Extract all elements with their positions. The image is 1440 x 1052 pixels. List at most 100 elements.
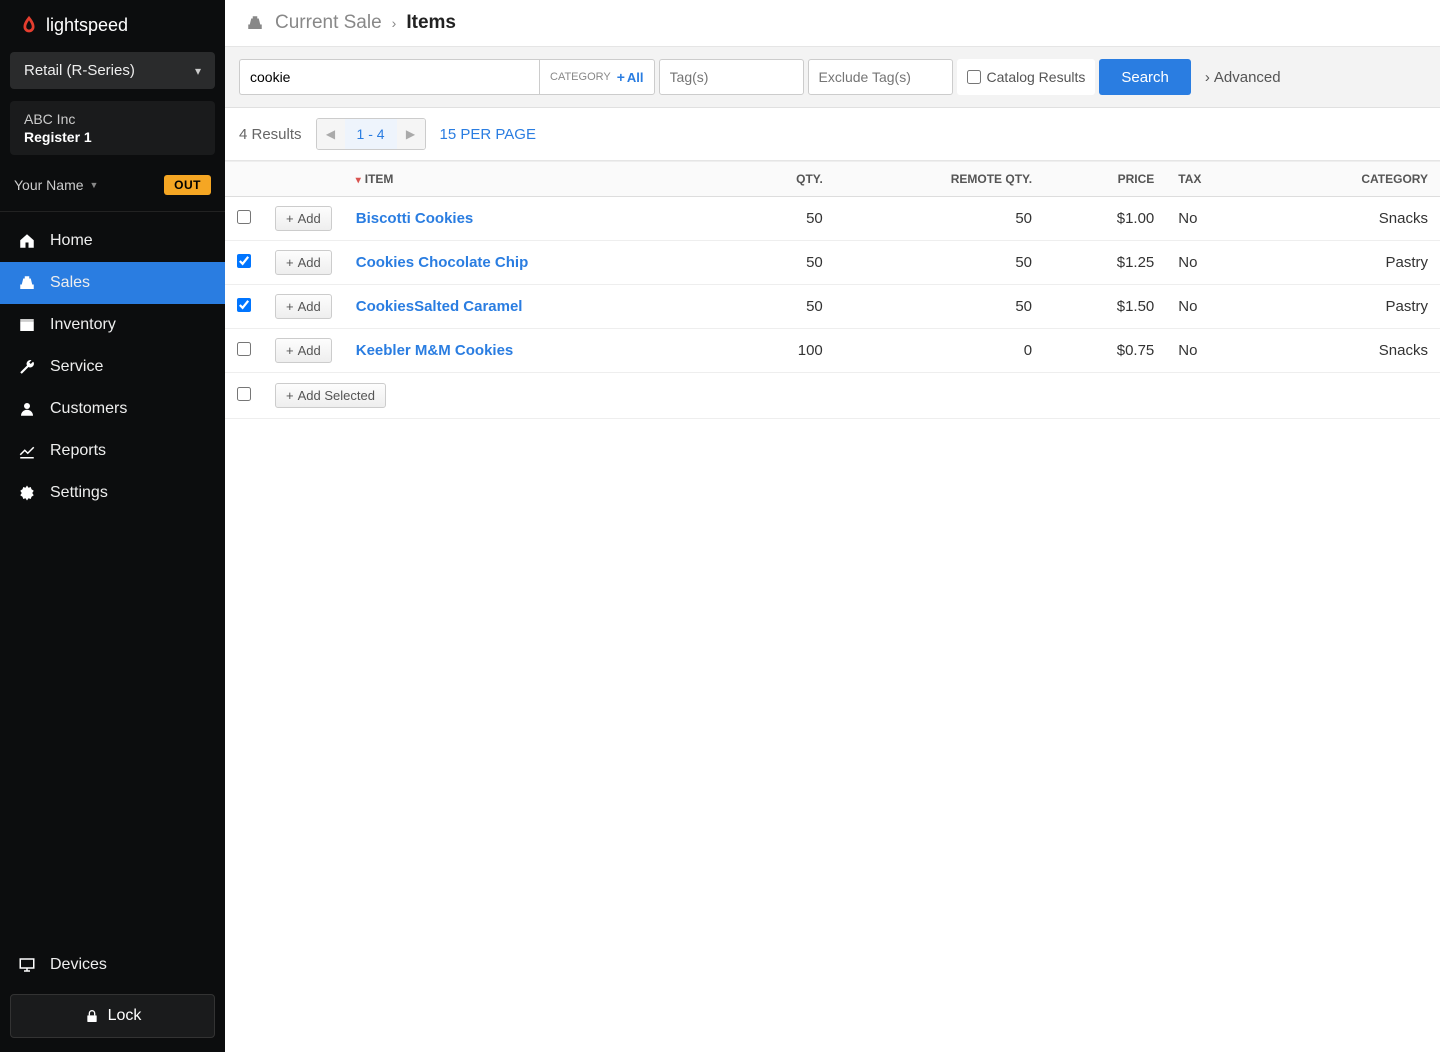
nav-inventory[interactable]: Inventory	[0, 304, 225, 346]
add-label: Add	[298, 343, 321, 358]
register-icon	[245, 14, 265, 32]
main: Current Sale › Items CATEGORY +All Catal…	[225, 0, 1440, 1052]
item-link[interactable]: CookiesSalted Caramel	[344, 285, 734, 329]
category-filter[interactable]: CATEGORY +All	[539, 59, 655, 95]
nav-service[interactable]: Service	[0, 346, 225, 388]
chart-icon	[18, 442, 36, 460]
cell-category: Snacks	[1260, 329, 1440, 373]
cell-price: $1.00	[1044, 197, 1166, 241]
cell-tax: No	[1166, 329, 1260, 373]
cell-price: $0.75	[1044, 329, 1166, 373]
table-row: +AddCookies Chocolate Chip5050$1.25NoPas…	[225, 241, 1440, 285]
cell-remote-qty: 0	[835, 329, 1044, 373]
nav-devices[interactable]: Devices	[0, 944, 225, 986]
cell-category: Pastry	[1260, 241, 1440, 285]
search-row: CATEGORY +All Catalog Results Search › A…	[225, 47, 1440, 108]
register-name: Register 1	[24, 129, 201, 145]
item-link[interactable]: Cookies Chocolate Chip	[344, 241, 734, 285]
box-icon	[18, 316, 36, 334]
add-button[interactable]: +Add	[275, 338, 332, 363]
plus-icon: +	[286, 211, 294, 226]
nav-sales[interactable]: Sales	[0, 262, 225, 304]
catalog-results-toggle[interactable]: Catalog Results	[957, 59, 1096, 95]
chevron-right-icon: ›	[1205, 69, 1210, 86]
nav-label: Customers	[50, 400, 127, 418]
add-label: Add	[298, 211, 321, 226]
advanced-toggle[interactable]: › Advanced	[1205, 69, 1281, 86]
cell-qty: 50	[734, 285, 835, 329]
search-button[interactable]: Search	[1099, 59, 1191, 95]
select-all-footer-checkbox[interactable]	[237, 387, 251, 401]
add-button[interactable]: +Add	[275, 250, 332, 275]
cell-price: $1.50	[1044, 285, 1166, 329]
item-link[interactable]: Biscotti Cookies	[344, 197, 734, 241]
nav-label: Service	[50, 358, 103, 376]
wrench-icon	[18, 358, 36, 376]
cell-tax: No	[1166, 197, 1260, 241]
row-checkbox[interactable]	[237, 298, 251, 312]
results-count: 4 Results	[239, 126, 302, 143]
store-box[interactable]: ABC Inc Register 1	[10, 101, 215, 155]
col-qty[interactable]: QTY.	[734, 162, 835, 197]
nav-settings[interactable]: Settings	[0, 472, 225, 514]
user-name: Your Name	[14, 177, 84, 193]
add-selected-button[interactable]: + Add Selected	[275, 383, 386, 408]
out-button[interactable]: OUT	[164, 175, 211, 195]
company-name: ABC Inc	[24, 111, 201, 127]
cell-remote-qty: 50	[835, 197, 1044, 241]
chevron-down-icon: ▾	[195, 64, 201, 78]
nav-label: Devices	[50, 956, 107, 974]
nav-label: Sales	[50, 274, 90, 292]
category-all: +All	[617, 69, 644, 85]
cell-remote-qty: 50	[835, 241, 1044, 285]
lock-label: Lock	[108, 1007, 142, 1025]
breadcrumb-parent[interactable]: Current Sale	[275, 12, 382, 34]
add-button[interactable]: + Add	[275, 206, 332, 231]
nav-customers[interactable]: Customers	[0, 388, 225, 430]
col-remote-qty[interactable]: REMOTE QTY.	[835, 162, 1044, 197]
nav: Home Sales Inventory Service Customers R…	[0, 211, 225, 944]
cell-tax: No	[1166, 241, 1260, 285]
col-price[interactable]: PRICE	[1044, 162, 1166, 197]
nav-label: Inventory	[50, 316, 116, 334]
nav-label: Home	[50, 232, 93, 250]
lock-button[interactable]: Lock	[10, 994, 215, 1038]
per-page-select[interactable]: 15 PER PAGE	[440, 126, 536, 143]
user-menu[interactable]: Your Name ▼	[14, 177, 98, 193]
chevron-right-icon: ›	[392, 15, 397, 31]
catalog-results-checkbox[interactable]	[967, 70, 981, 84]
table-row: +AddCookiesSalted Caramel5050$1.50NoPast…	[225, 285, 1440, 329]
flame-icon	[18, 14, 40, 36]
breadcrumb: Current Sale › Items	[225, 0, 1440, 47]
cell-remote-qty: 50	[835, 285, 1044, 329]
caret-down-icon: ▼	[90, 180, 99, 190]
cell-category: Snacks	[1260, 197, 1440, 241]
cell-qty: 50	[734, 241, 835, 285]
add-button[interactable]: +Add	[275, 294, 332, 319]
nav-home[interactable]: Home	[0, 220, 225, 262]
row-checkbox[interactable]	[237, 342, 251, 356]
pager-prev[interactable]: ◀	[317, 119, 345, 149]
row-checkbox[interactable]	[237, 210, 251, 224]
cell-tax: No	[1166, 285, 1260, 329]
pager-next[interactable]: ▶	[397, 119, 425, 149]
cell-price: $1.25	[1044, 241, 1166, 285]
monitor-icon	[18, 956, 36, 974]
search-input[interactable]	[239, 59, 539, 95]
col-category[interactable]: CATEGORY	[1260, 162, 1440, 197]
exclude-tags-input[interactable]	[808, 59, 953, 95]
breadcrumb-current: Items	[406, 12, 456, 34]
nav-label: Settings	[50, 484, 108, 502]
tags-input[interactable]	[659, 59, 804, 95]
col-tax[interactable]: TAX	[1166, 162, 1260, 197]
user-row: Your Name ▼ OUT	[14, 175, 211, 195]
pager-range: 1 - 4	[345, 119, 397, 149]
series-selector[interactable]: Retail (R-Series) ▾	[10, 52, 215, 89]
col-add	[263, 162, 344, 197]
add-label: Add	[298, 255, 321, 270]
row-checkbox[interactable]	[237, 254, 251, 268]
item-link[interactable]: Keebler M&M Cookies	[344, 329, 734, 373]
col-item[interactable]: ▾ITEM	[344, 162, 734, 197]
table-row: +AddKeebler M&M Cookies1000$0.75NoSnacks	[225, 329, 1440, 373]
nav-reports[interactable]: Reports	[0, 430, 225, 472]
